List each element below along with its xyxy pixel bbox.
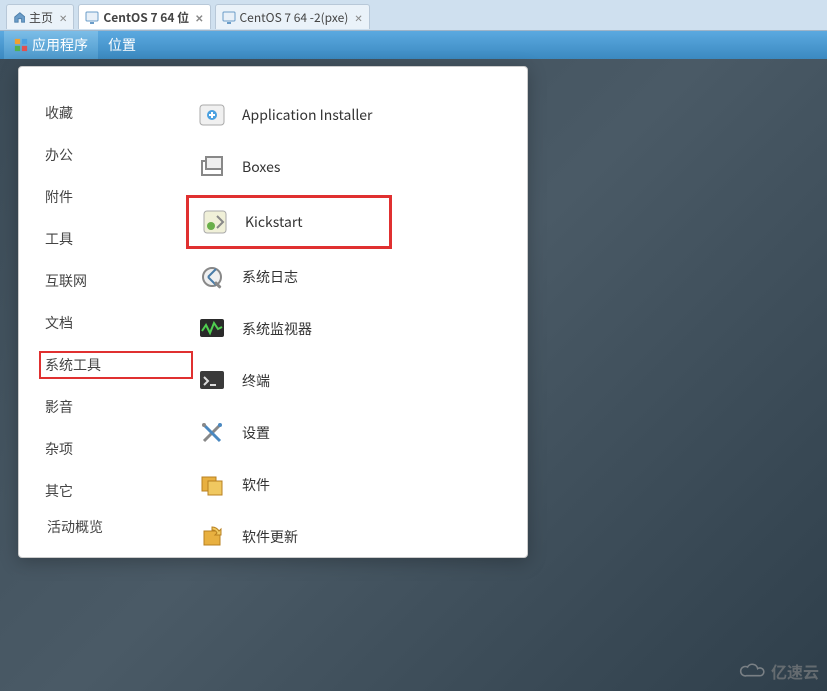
gnome-top-bar: 应用程序 位置 — [0, 31, 827, 59]
vm-tab-0[interactable]: 主页 ✕ — [6, 4, 74, 29]
app-item-label: Boxes — [242, 157, 280, 177]
app-item-label: 软件更新 — [242, 527, 298, 547]
vm-tab-2[interactable]: CentOS 7 64 -2(pxe) ✕ — [215, 4, 370, 29]
app-item[interactable]: 系统监视器 — [186, 305, 527, 353]
vm-window-tabs: 主页 ✕ CentOS 7 64 位 ✕ CentOS 7 64 -2(pxe) ✕ — [0, 0, 827, 31]
app-item[interactable]: 软件更新 — [186, 513, 527, 561]
app-item-label: Kickstart — [245, 212, 303, 232]
category-item[interactable]: 影音 — [45, 393, 180, 421]
applications-menu-button[interactable]: 应用程序 — [4, 31, 98, 59]
vm-tab-label: 主页 — [29, 9, 53, 26]
app-item[interactable]: Kickstart — [186, 195, 392, 249]
app-item-label: Application Installer — [242, 105, 373, 125]
close-icon[interactable]: ✕ — [354, 10, 362, 25]
app-item-label: 系统监视器 — [242, 319, 312, 339]
boxes-icon — [196, 151, 228, 183]
category-item[interactable]: 文档 — [45, 309, 180, 337]
close-icon[interactable]: ✕ — [195, 10, 203, 25]
app-item-label: 设置 — [242, 423, 270, 443]
vm-tab-label: CentOS 7 64 -2(pxe) — [240, 9, 349, 26]
software-icon — [196, 469, 228, 501]
app-list: Application Installer Boxes Kickstart 系统日志系… — [180, 67, 527, 557]
activities-overview-link[interactable]: 活动概览 — [47, 517, 103, 537]
cloud-icon — [739, 662, 767, 680]
close-icon[interactable]: ✕ — [59, 10, 67, 25]
applications-icon — [14, 38, 28, 52]
category-item[interactable]: 附件 — [45, 183, 180, 211]
category-item[interactable]: 互联网 — [45, 267, 180, 295]
category-item[interactable]: 工具 — [45, 225, 180, 253]
watermark: 亿速云 — [739, 659, 819, 683]
settings-icon — [196, 417, 228, 449]
app-item[interactable]: 终端 — [186, 357, 527, 405]
category-item[interactable]: 杂项 — [45, 435, 180, 463]
screen: 主页 ✕ CentOS 7 64 位 ✕ CentOS 7 64 -2(pxe) ✕ 应用… — [0, 0, 827, 691]
app-item[interactable]: 系统日志 — [186, 253, 527, 301]
vm-tab-label: CentOS 7 64 位 — [103, 9, 189, 26]
app-item[interactable]: Application Installer — [186, 91, 527, 139]
applications-dropdown-panel: 收藏办公附件工具互联网文档系统工具影音杂项其它 Application Inst… — [18, 66, 528, 558]
home-icon — [13, 11, 25, 23]
logs-icon — [196, 261, 228, 293]
kickstart-icon — [199, 206, 231, 238]
places-menu-label: 位置 — [108, 35, 136, 55]
category-item[interactable]: 收藏 — [45, 99, 180, 127]
app-item[interactable]: 软件 — [186, 461, 527, 509]
category-item[interactable]: 其它 — [45, 477, 180, 505]
category-item[interactable]: 系统工具 — [39, 351, 193, 379]
monitor-icon — [196, 313, 228, 345]
terminal-icon — [196, 365, 228, 397]
vm-icon — [85, 10, 99, 24]
vm-tab-1[interactable]: CentOS 7 64 位 ✕ — [78, 4, 210, 29]
activities-overview-label: 活动概览 — [47, 517, 103, 537]
category-list: 收藏办公附件工具互联网文档系统工具影音杂项其它 — [19, 67, 180, 557]
installer-icon — [196, 99, 228, 131]
app-item[interactable]: 设置 — [186, 409, 527, 457]
places-menu-button[interactable]: 位置 — [98, 31, 146, 59]
watermark-text: 亿速云 — [771, 659, 819, 683]
app-item-label: 软件 — [242, 475, 270, 495]
app-item-label: 终端 — [242, 371, 270, 391]
applications-menu-label: 应用程序 — [32, 35, 88, 55]
app-item-label: 系统日志 — [242, 267, 298, 287]
app-item[interactable]: Boxes — [186, 143, 527, 191]
category-item[interactable]: 办公 — [45, 141, 180, 169]
vm-icon — [222, 10, 236, 24]
updater-icon — [196, 521, 228, 553]
